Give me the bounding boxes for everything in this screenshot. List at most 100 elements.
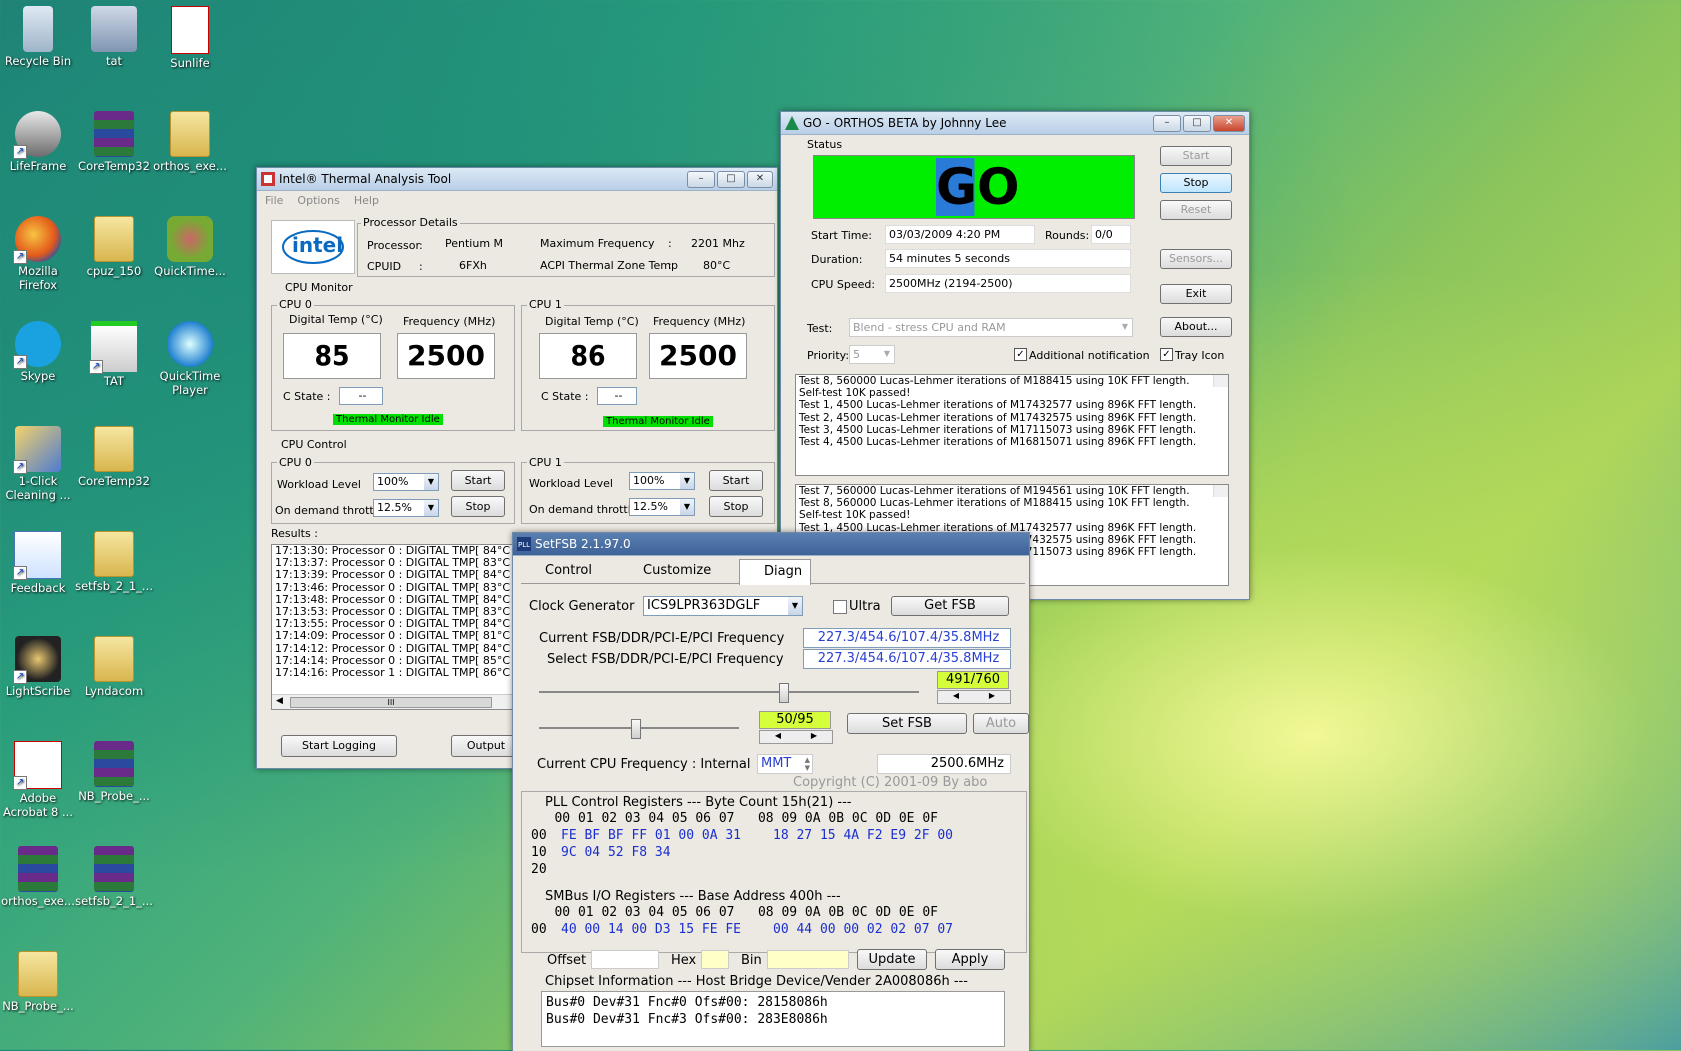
cpu0-control-label: CPU 0 [277, 456, 314, 469]
clock-generator-select[interactable]: ICS9LPR363DGLF ▼ [643, 596, 803, 616]
desktop-icon[interactable]: orthos_exe... [0, 846, 78, 908]
close-button[interactable]: ✕ [747, 170, 773, 188]
pll-header: PLL Control Registers --- Byte Count 15h… [545, 795, 852, 810]
fsb-slider-track[interactable] [539, 691, 919, 693]
cpu1-stop-button[interactable]: Stop [709, 496, 763, 517]
menu-file[interactable]: File [265, 194, 283, 207]
spin-left-icon[interactable]: ◀ [775, 731, 781, 743]
cpu0-stop-button[interactable]: Stop [451, 496, 505, 517]
results-line: 17:13:39: Processor 0 : DIGITAL TMP[ 84°… [275, 568, 513, 582]
desktop-icon[interactable]: Sunlife [150, 6, 230, 70]
desktop-icon[interactable]: Skype [0, 321, 78, 383]
spin-left-icon[interactable]: ◀ [953, 691, 959, 703]
cpu1-freq-display: 2500 [649, 333, 747, 379]
bin-label: Bin [741, 953, 762, 968]
desktop-icon[interactable]: QuickTime... [150, 216, 230, 278]
update-button[interactable]: Update [857, 949, 927, 970]
auto-button[interactable]: Auto [973, 713, 1029, 734]
spin-updown-icon[interactable]: ▲ ▼ [805, 756, 810, 772]
desktop-icon[interactable]: Recycle Bin [0, 6, 78, 68]
desktop-icon[interactable]: NB_Probe_... [74, 741, 154, 803]
desktop-icon[interactable]: 1-Click Cleaning ... [0, 426, 78, 502]
max-frequency-sep: : [668, 237, 672, 250]
tray-icon-checkbox[interactable]: ✓ [1160, 348, 1173, 361]
tab-control[interactable]: Control [545, 563, 592, 578]
menu-options[interactable]: Options [297, 194, 339, 207]
results-list[interactable]: 17:13:30: Processor 0 : DIGITAL TMP[ 84°… [271, 544, 513, 710]
get-fsb-button[interactable]: Get FSB [891, 596, 1009, 616]
desktop-icon[interactable]: TAT [74, 321, 154, 388]
log1-scrollbar[interactable] [1213, 375, 1228, 388]
cpu1-throttle-select[interactable]: 12.5% ▼ [629, 498, 695, 516]
ultra-checkbox[interactable] [833, 600, 847, 614]
orthos-reset-button[interactable]: Reset [1160, 200, 1232, 220]
cpu1-control-label: CPU 1 [527, 456, 564, 469]
cpu0-freq-header: Frequency (MHz) [403, 315, 496, 328]
cpu1-throttle-value: 12.5% [633, 500, 668, 513]
spin-right-icon[interactable]: ▶ [811, 731, 817, 743]
desktop-icon[interactable]: tat [74, 6, 154, 68]
offset-input[interactable] [591, 950, 659, 969]
cpu0-throttle-select[interactable]: 12.5% ▼ [373, 499, 439, 517]
desktop-icon[interactable]: LifeFrame [0, 111, 78, 173]
log-line: Self-test 10K passed! [799, 387, 911, 400]
chipset-info-box[interactable]: Bus#0 Dev#31 Fnc#0 Ofs#00: 28158086h Bus… [541, 991, 1005, 1047]
cpu0-start-button[interactable]: Start [451, 470, 505, 491]
desktop-icon[interactable]: setfsb_2_1_... [74, 531, 154, 593]
desktop-icon[interactable]: setfsb_2_1_... [74, 846, 154, 908]
results-hscrollbar[interactable]: ◀ III [272, 694, 512, 709]
orthos-titlebar[interactable]: GO - ORTHOS BETA by Johnny Lee – □ ✕ [781, 112, 1249, 135]
tab-diagnosis[interactable]: Diagn [739, 559, 812, 585]
bin-input[interactable] [767, 950, 849, 969]
desktop-icon[interactable]: CoreTemp32 [74, 426, 154, 488]
orthos-sensors-button[interactable]: Sensors... [1160, 249, 1232, 269]
menu-help[interactable]: Help [354, 194, 379, 207]
scroll-left-icon[interactable]: ◀ [276, 695, 283, 707]
apply-button[interactable]: Apply [935, 949, 1005, 970]
desktop-icon[interactable]: Adobe Acrobat 8 ... [0, 741, 78, 819]
cpuid-label: CPUID [367, 260, 402, 273]
cpu0-workload-select[interactable]: 100% ▼ [373, 473, 439, 491]
output-button[interactable]: Output [451, 735, 521, 757]
minimize-button[interactable]: – [1153, 114, 1181, 132]
additional-notification-checkbox[interactable]: ✓ [1014, 348, 1027, 361]
desktop-icon[interactable]: QuickTime Player [150, 321, 230, 397]
ratio-slider-thumb[interactable] [631, 719, 641, 739]
desktop-icon[interactable]: Mozilla Firefox [0, 216, 78, 292]
tab-customize[interactable]: Customize [643, 563, 711, 578]
orthos-exit-button[interactable]: Exit [1160, 284, 1232, 304]
desktop-icon[interactable]: LightScribe [0, 636, 78, 698]
fsb-spin[interactable]: ◀ ▶ [937, 690, 1011, 704]
cpu-freq-source[interactable]: MMT ▲ ▼ [757, 754, 813, 774]
maximize-button[interactable]: □ [717, 170, 745, 188]
desktop-icon[interactable]: CoreTemp32 [74, 111, 154, 173]
set-fsb-button[interactable]: Set FSB [847, 713, 967, 734]
desktop-icon[interactable]: NB_Probe_... [0, 951, 78, 1013]
desktop-icon[interactable]: Lyndacom [74, 636, 154, 698]
results-hscroll-thumb[interactable]: III [290, 697, 492, 708]
orthos-start-button[interactable]: Start [1160, 146, 1232, 166]
fsb-slider-thumb[interactable] [779, 683, 789, 703]
minimize-button[interactable]: – [687, 170, 715, 188]
hex-input[interactable] [701, 950, 729, 969]
desktop-icon[interactable]: cpuz_150 [74, 216, 154, 278]
cpu1-workload-select[interactable]: 100% ▼ [629, 472, 695, 490]
select-freq-value: 227.3/454.6/107.4/35.8MHz [803, 649, 1011, 669]
spin-right-icon[interactable]: ▶ [989, 691, 995, 703]
desktop-icon[interactable]: Feedback [0, 531, 78, 595]
close-button[interactable]: ✕ [1213, 114, 1245, 132]
cpu1-start-button[interactable]: Start [709, 470, 763, 491]
priority-select[interactable]: 5 ▼ [849, 345, 895, 364]
orthos-stop-button[interactable]: Stop [1160, 173, 1232, 193]
start-logging-button[interactable]: Start Logging [281, 735, 397, 757]
tat-titlebar[interactable]: Intel® Thermal Analysis Tool – □ ✕ [257, 168, 777, 191]
log2-scrollbar[interactable] [1213, 485, 1228, 498]
setfsb-titlebar[interactable]: PLL SetFSB 2.1.97.0 [513, 533, 1029, 556]
desktop-icon[interactable]: orthos_exe... [150, 111, 230, 173]
maximize-button[interactable]: □ [1183, 114, 1211, 132]
orthos-log-1[interactable]: Test 8, 560000 Lucas-Lehmer iterations o… [795, 374, 1229, 476]
test-select[interactable]: Blend - stress CPU and RAM ▼ [849, 318, 1133, 337]
ratio-spin[interactable]: ◀ ▶ [759, 730, 833, 744]
orthos-about-button[interactable]: About... [1160, 317, 1232, 337]
setfsb-title: SetFSB 2.1.97.0 [535, 537, 631, 551]
